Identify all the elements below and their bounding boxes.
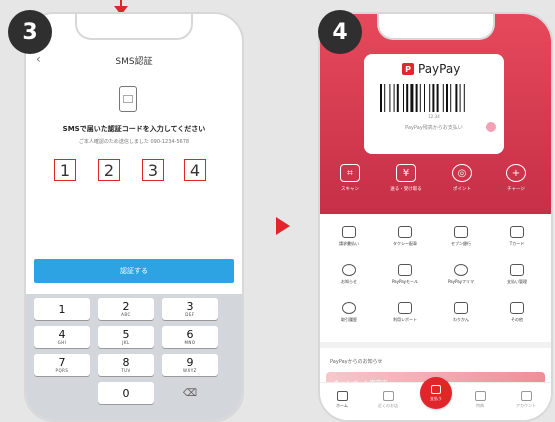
action-points[interactable]: ◎ ポイント bbox=[442, 164, 482, 192]
code-digit-1[interactable]: 1 bbox=[54, 159, 76, 181]
home-icon bbox=[336, 391, 348, 401]
service-flea-market[interactable]: PayPayフリマ bbox=[440, 264, 482, 285]
points-icon: ◎ bbox=[452, 164, 472, 182]
bell-icon bbox=[342, 264, 356, 276]
account-icon bbox=[520, 391, 532, 401]
atm-icon bbox=[454, 226, 468, 238]
mall-icon bbox=[398, 264, 412, 276]
service-bill[interactable]: 請求書払い bbox=[328, 226, 370, 247]
payment-history-icon bbox=[510, 264, 524, 276]
services-grid: 請求書払い タクシー配車 セブン銀行 Tカード お知らせ PayPayモール P… bbox=[320, 218, 551, 338]
service-report[interactable]: 利用レポート bbox=[384, 302, 426, 323]
phone-notch bbox=[376, 14, 495, 40]
key-6[interactable]: 6 MNO bbox=[162, 326, 218, 348]
key-1[interactable]: 1 bbox=[34, 298, 90, 320]
code-digit-4[interactable]: 4 bbox=[184, 159, 206, 181]
key-8[interactable]: 8 TUV bbox=[98, 354, 154, 376]
service-split-bill[interactable]: わりかん bbox=[440, 302, 482, 323]
phone-message-icon bbox=[119, 86, 137, 112]
code-digit-3[interactable]: 3 bbox=[142, 159, 164, 181]
paypay-logo-icon: P bbox=[402, 63, 414, 75]
section-divider bbox=[320, 342, 551, 348]
service-taxi[interactable]: タクシー配車 bbox=[384, 226, 426, 247]
tab-home[interactable]: ホーム bbox=[324, 391, 360, 409]
pay-icon bbox=[431, 384, 441, 394]
sms-title: SMSで届いた認証コードを入力してください bbox=[62, 125, 206, 133]
payment-barcode-card[interactable]: P PayPay 12:34 PayPay残高からお支払い bbox=[364, 54, 504, 154]
key-blank bbox=[34, 382, 90, 404]
tab-nearby[interactable]: 近くのお店 bbox=[370, 391, 406, 409]
action-send-receive[interactable]: ¥ 送る・受け取る bbox=[386, 164, 426, 192]
tab-pay[interactable]: 支払う bbox=[420, 377, 452, 409]
t-card-icon bbox=[510, 226, 524, 238]
key-5[interactable]: 5 JKL bbox=[98, 326, 154, 348]
paypay-logo: P PayPay bbox=[402, 62, 460, 76]
key-9[interactable]: 9 WXYZ bbox=[162, 354, 218, 376]
barcode bbox=[380, 84, 465, 112]
balance-toggle-icon[interactable] bbox=[486, 122, 496, 132]
service-notice[interactable]: お知らせ bbox=[328, 264, 370, 285]
key-2[interactable]: 2 ABC bbox=[98, 298, 154, 320]
code-digit-2[interactable]: 2 bbox=[98, 159, 120, 181]
bill-icon bbox=[342, 226, 356, 238]
phone-notch bbox=[75, 14, 193, 40]
phone-paypay-home: P PayPay 12:34 PayPay残高からお支払い ⌗ スキャン ¥ 送… bbox=[318, 12, 553, 422]
card-caption: PayPay残高からお支払い bbox=[405, 125, 463, 131]
tab-account[interactable]: アカウント bbox=[508, 391, 544, 409]
action-charge[interactable]: + チャージ bbox=[496, 164, 536, 192]
right-arrow-icon bbox=[276, 217, 290, 235]
verify-button[interactable]: 認証する bbox=[34, 259, 234, 283]
info-title: PayPayからのお知らせ bbox=[330, 359, 383, 365]
service-history[interactable]: 取引履歴 bbox=[328, 302, 370, 323]
sms-subtitle: ご本人確認のため送信しました 090-1234-5678 bbox=[78, 139, 190, 145]
step-4-badge: 4 bbox=[318, 10, 362, 54]
charge-icon: + bbox=[506, 164, 526, 182]
coupon-icon bbox=[474, 391, 486, 401]
send-receive-icon: ¥ bbox=[396, 164, 416, 182]
key-7[interactable]: 7 PQRS bbox=[34, 354, 90, 376]
service-more[interactable]: その他 bbox=[496, 302, 538, 323]
bottom-tab-bar: ホーム 近くのお店 支払う 特典 アカウント bbox=[320, 377, 551, 420]
sms-header: SMS認証 bbox=[115, 57, 153, 67]
report-icon bbox=[398, 302, 412, 314]
history-icon bbox=[342, 302, 356, 314]
more-grid-icon bbox=[510, 302, 524, 314]
flea-market-icon bbox=[454, 264, 468, 276]
paypay-logo-text: PayPay bbox=[418, 62, 461, 76]
nearby-shops-icon bbox=[382, 391, 394, 401]
tab-coupons[interactable]: 特典 bbox=[462, 391, 498, 409]
barcode-number: 12:34 bbox=[428, 114, 440, 119]
scan-icon: ⌗ bbox=[340, 164, 360, 182]
phone-sms-screen: ‹ SMS認証 SMSで届いた認証コードを入力してください ご本人確認のため送信… bbox=[24, 12, 244, 422]
service-t-card[interactable]: Tカード bbox=[496, 226, 538, 247]
key-3[interactable]: 3 DEF bbox=[162, 298, 218, 320]
numeric-keypad: 1 2 ABC 3 DEF 4 GHI 5 JKL 6 MNO 7 PQRS 8 TUV 9W… bbox=[26, 294, 242, 420]
service-atm[interactable]: セブン銀行 bbox=[440, 226, 482, 247]
service-payment-history[interactable]: 支払い管理 bbox=[496, 264, 538, 285]
delete-key-icon[interactable]: ⌫ bbox=[162, 382, 218, 404]
step-3-badge: 3 bbox=[8, 10, 52, 54]
service-mall[interactable]: PayPayモール bbox=[384, 264, 426, 285]
taxi-icon bbox=[398, 226, 412, 238]
action-scan[interactable]: ⌗ スキャン bbox=[330, 164, 370, 192]
key-4[interactable]: 4 GHI bbox=[34, 326, 90, 348]
split-bill-icon bbox=[454, 302, 468, 314]
key-0[interactable]: 0 bbox=[98, 382, 154, 404]
